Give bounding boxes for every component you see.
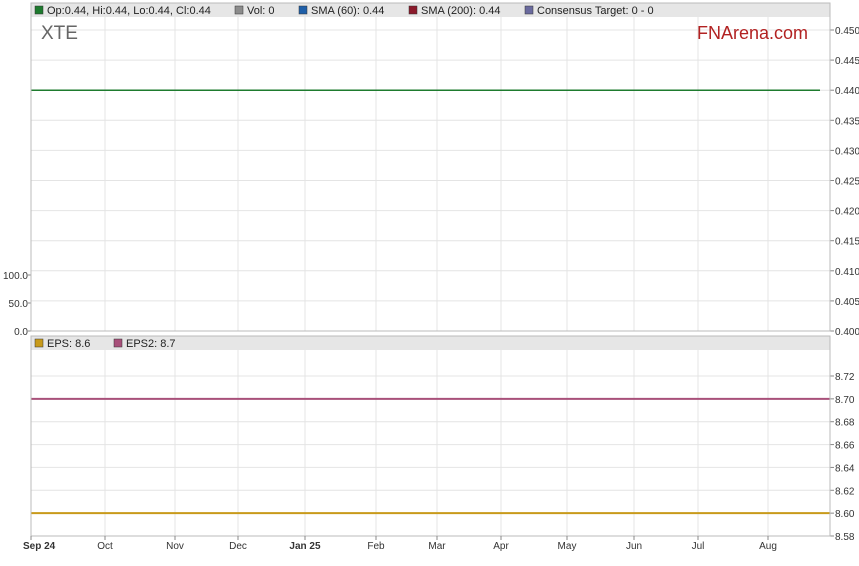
eps-tick-label: 8.68 bbox=[835, 418, 855, 429]
eps-tick-label: 8.62 bbox=[835, 486, 855, 497]
eps-tick-label: 8.72 bbox=[835, 372, 855, 383]
date-tick-label: Jul bbox=[692, 541, 705, 552]
price-legend: Op:0.44, Hi:0.44, Lo:0.44, Cl:0.44 Vol: 0… bbox=[34, 5, 654, 17]
price-tick-label: 0.410 bbox=[835, 267, 859, 278]
price-legend-label: SMA (200): 0.44 bbox=[421, 5, 501, 17]
price-tick-label: 0.440 bbox=[835, 86, 859, 97]
volume-tick-label: 0.0 bbox=[14, 327, 28, 338]
price-tick-label: 0.420 bbox=[835, 207, 859, 218]
eps-legend-label: EPS2: 8.7 bbox=[126, 338, 176, 350]
price-legend-label: SMA (60): 0.44 bbox=[311, 5, 384, 17]
date-tick-label: Oct bbox=[97, 541, 113, 552]
price-tick-label: 0.450 bbox=[835, 26, 859, 37]
date-tick-label: Dec bbox=[229, 541, 247, 552]
price-tick-label: 0.435 bbox=[835, 116, 859, 127]
eps-tick-label: 8.60 bbox=[835, 509, 855, 520]
brand-watermark: FNArena.com bbox=[697, 23, 808, 43]
price-legend-label: Vol: 0 bbox=[247, 5, 275, 17]
price-tick-label: 0.415 bbox=[835, 237, 859, 248]
price-legend-swatch bbox=[34, 5, 44, 15]
date-tick-label: Jun bbox=[626, 541, 642, 552]
date-tick-label: May bbox=[558, 541, 577, 552]
price-legend-swatch bbox=[408, 5, 418, 15]
eps-legend-swatch bbox=[34, 338, 44, 348]
price-legend-swatch bbox=[298, 5, 308, 15]
volume-tick-label: 100.0 bbox=[3, 271, 28, 282]
eps-tick-label: 8.64 bbox=[835, 463, 855, 474]
price-legend-label: Op:0.44, Hi:0.44, Lo:0.44, Cl:0.44 bbox=[47, 5, 211, 17]
eps-tick-label: 8.66 bbox=[835, 441, 855, 452]
price-tick-label: 0.430 bbox=[835, 146, 859, 157]
price-tick-label: 0.400 bbox=[835, 327, 859, 338]
chart-background bbox=[0, 0, 859, 566]
price-legend-swatch bbox=[524, 5, 534, 15]
price-legend-swatch bbox=[234, 5, 244, 15]
date-tick-label: Aug bbox=[759, 541, 777, 552]
eps-tick-label: 8.70 bbox=[835, 395, 855, 406]
eps-legend-swatch bbox=[113, 338, 123, 348]
eps-tick-label: 8.58 bbox=[835, 532, 855, 543]
date-tick-label: Nov bbox=[166, 541, 184, 552]
price-tick-label: 0.425 bbox=[835, 177, 859, 188]
stock-chart: Op:0.44, Hi:0.44, Lo:0.44, Cl:0.44 Vol: 0… bbox=[0, 0, 859, 566]
date-tick-label: Apr bbox=[493, 541, 509, 552]
price-tick-label: 0.445 bbox=[835, 56, 859, 67]
volume-tick-label: 50.0 bbox=[9, 299, 29, 310]
eps-legend-label: EPS: 8.6 bbox=[47, 338, 90, 350]
price-legend-label: Consensus Target: 0 - 0 bbox=[537, 5, 654, 17]
ticker-label: XTE bbox=[41, 23, 78, 44]
date-tick-label: Jan 25 bbox=[289, 541, 321, 552]
date-tick-label: Feb bbox=[367, 541, 385, 552]
date-tick-label: Sep 24 bbox=[23, 541, 56, 552]
date-tick-label: Mar bbox=[428, 541, 446, 552]
price-tick-label: 0.405 bbox=[835, 297, 859, 308]
